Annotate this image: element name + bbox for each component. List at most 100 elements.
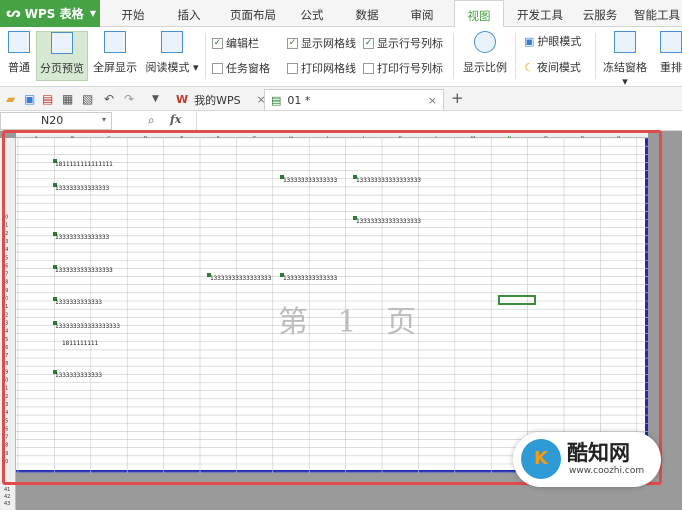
doc-tab-my-wps[interactable]: W 我的WPS ×: [170, 89, 272, 110]
tab-developer[interactable]: 开发工具: [512, 0, 568, 27]
tab-review[interactable]: 审阅: [401, 0, 443, 27]
row-header-37[interactable]: 37: [2, 435, 8, 441]
tab-cloud[interactable]: 云服务: [577, 0, 623, 27]
freeze-panes-button[interactable]: 冻结窗格 ▾: [600, 31, 650, 88]
doc-tab-01[interactable]: ▤ 01 * ×: [264, 89, 444, 110]
row-header-20[interactable]: 20: [2, 296, 8, 302]
row-header-19[interactable]: 19: [2, 288, 8, 294]
row-header-32[interactable]: 32: [2, 394, 8, 400]
tab-view[interactable]: 视图: [454, 0, 504, 28]
customize-dropdown-icon[interactable]: ▼: [152, 94, 159, 104]
cell-B4[interactable]: 1811111111111111: [55, 161, 113, 168]
redo-icon[interactable]: ↷: [124, 92, 134, 106]
tab-formula[interactable]: 公式: [292, 0, 332, 27]
row-header-6[interactable]: 6: [2, 182, 5, 188]
formula-bar-toggle[interactable]: ✓ 编辑栏: [212, 35, 259, 51]
tab-data[interactable]: 数据: [346, 0, 388, 27]
cell-B16[interactable]: 1333333333333333: [55, 267, 113, 274]
row-header-34[interactable]: 34: [2, 410, 8, 416]
close-icon[interactable]: ×: [428, 94, 437, 107]
cell-H5[interactable]: 133333333333333: [283, 177, 337, 184]
row-header-10[interactable]: 10: [2, 215, 8, 221]
row-header-25[interactable]: 25: [2, 337, 8, 343]
row-number[interactable]: 42: [4, 494, 10, 500]
row-header-26[interactable]: 26: [2, 345, 8, 351]
cell-F17[interactable]: 13333333333333333: [210, 275, 271, 282]
fullscreen-button[interactable]: 全屏显示: [90, 31, 140, 81]
night-mode-toggle[interactable]: ☾ 夜间模式: [524, 59, 581, 75]
tab-insert[interactable]: 插入: [166, 0, 212, 27]
cell-B25[interactable]: 1811111111: [62, 340, 98, 347]
app-menu-button[interactable]: ᔕ WPS 表格 ▼: [0, 0, 100, 27]
row-header-11[interactable]: 11: [2, 223, 8, 229]
row-header-1[interactable]: 1: [2, 141, 5, 147]
arrange-button[interactable]: 重排: [660, 31, 682, 81]
export-pdf-icon[interactable]: ▤: [42, 92, 53, 106]
cell-H17[interactable]: 133333333333333: [283, 275, 337, 282]
show-headings-toggle[interactable]: ✓ 显示行号列标: [363, 35, 443, 51]
tab-smart-tools[interactable]: 智能工具: [632, 0, 682, 27]
undo-icon[interactable]: ↶: [104, 92, 114, 106]
tab-start[interactable]: 开始: [110, 0, 156, 27]
row-header-27[interactable]: 27: [2, 353, 8, 359]
print-gridlines-toggle[interactable]: 打印网格线: [287, 60, 356, 76]
show-gridlines-toggle[interactable]: ✓ 显示网格线: [287, 35, 356, 51]
cell-B28[interactable]: 1333333333333: [55, 372, 102, 379]
cell-B20[interactable]: 1333333333333: [55, 299, 102, 306]
save-icon[interactable]: ▣: [24, 92, 35, 106]
chevron-down-icon[interactable]: ▾: [102, 115, 106, 124]
row-header-18[interactable]: 18: [2, 280, 8, 286]
normal-view-button[interactable]: 普通: [4, 31, 34, 81]
row-header-14[interactable]: 14: [2, 247, 8, 253]
row-number[interactable]: 41: [4, 487, 10, 493]
row-header-35[interactable]: 35: [2, 418, 8, 424]
row-header-28[interactable]: 28: [2, 361, 8, 367]
row-header-33[interactable]: 33: [2, 402, 8, 408]
print-headings-toggle[interactable]: 打印行号列标: [363, 60, 443, 76]
cell-B23[interactable]: 133333333333333333: [55, 323, 120, 330]
zoom-button[interactable]: 显示比例: [460, 31, 510, 81]
add-tab-icon[interactable]: +: [451, 89, 464, 107]
row-header-2[interactable]: 2: [2, 149, 5, 155]
row-header-23[interactable]: 23: [2, 320, 8, 326]
row-header-30[interactable]: 30: [2, 378, 8, 384]
name-box[interactable]: N20: [0, 112, 112, 130]
print-preview-icon[interactable]: ▧: [82, 92, 93, 106]
row-header-12[interactable]: 12: [2, 231, 8, 237]
row-header-4[interactable]: 4: [2, 166, 5, 172]
row-header-9[interactable]: 9: [2, 206, 5, 212]
row-header-17[interactable]: 17: [2, 272, 8, 278]
row-number[interactable]: 43: [4, 501, 10, 507]
tab-page-layout[interactable]: 页面布局: [222, 0, 284, 27]
cell-B12[interactable]: 133333333333333: [55, 234, 109, 241]
reading-mode-button[interactable]: 阅读模式 ▾: [144, 31, 200, 81]
magnifier-icon[interactable]: ⌕: [148, 113, 155, 128]
task-pane-toggle[interactable]: 任务窗格: [212, 60, 270, 76]
row-header-13[interactable]: 13: [2, 239, 8, 245]
open-folder-icon[interactable]: ▰: [6, 92, 15, 106]
row-header-39[interactable]: 39: [2, 451, 8, 457]
row-header-15[interactable]: 15: [2, 255, 8, 261]
row-header-29[interactable]: 29: [2, 369, 8, 375]
row-header-21[interactable]: 21: [2, 304, 8, 310]
eye-care-toggle[interactable]: ▣ 护眼模式: [524, 33, 581, 49]
row-header-16[interactable]: 16: [2, 263, 8, 269]
row-header-40[interactable]: 40: [2, 459, 8, 465]
formula-input[interactable]: [196, 112, 682, 130]
cell-J10[interactable]: 133333333333333333: [356, 218, 421, 225]
selected-cell-N20[interactable]: [498, 295, 536, 305]
print-icon[interactable]: ▦: [62, 92, 73, 106]
row-header-3[interactable]: 3: [2, 157, 5, 163]
row-header-5[interactable]: 5: [2, 174, 5, 180]
page-break-preview-button[interactable]: 分页预览: [36, 31, 88, 81]
row-header-7[interactable]: 7: [2, 190, 5, 196]
fx-icon[interactable]: fx: [170, 113, 181, 126]
row-header-38[interactable]: 38: [2, 443, 8, 449]
cell-J5[interactable]: 133333333333333333: [356, 177, 421, 184]
row-header-8[interactable]: 8: [2, 198, 5, 204]
cell-B6[interactable]: 133333333333333: [55, 185, 109, 192]
row-header-31[interactable]: 31: [2, 386, 8, 392]
row-header-22[interactable]: 22: [2, 312, 8, 318]
row-header-36[interactable]: 36: [2, 426, 8, 432]
row-header-24[interactable]: 24: [2, 329, 8, 335]
